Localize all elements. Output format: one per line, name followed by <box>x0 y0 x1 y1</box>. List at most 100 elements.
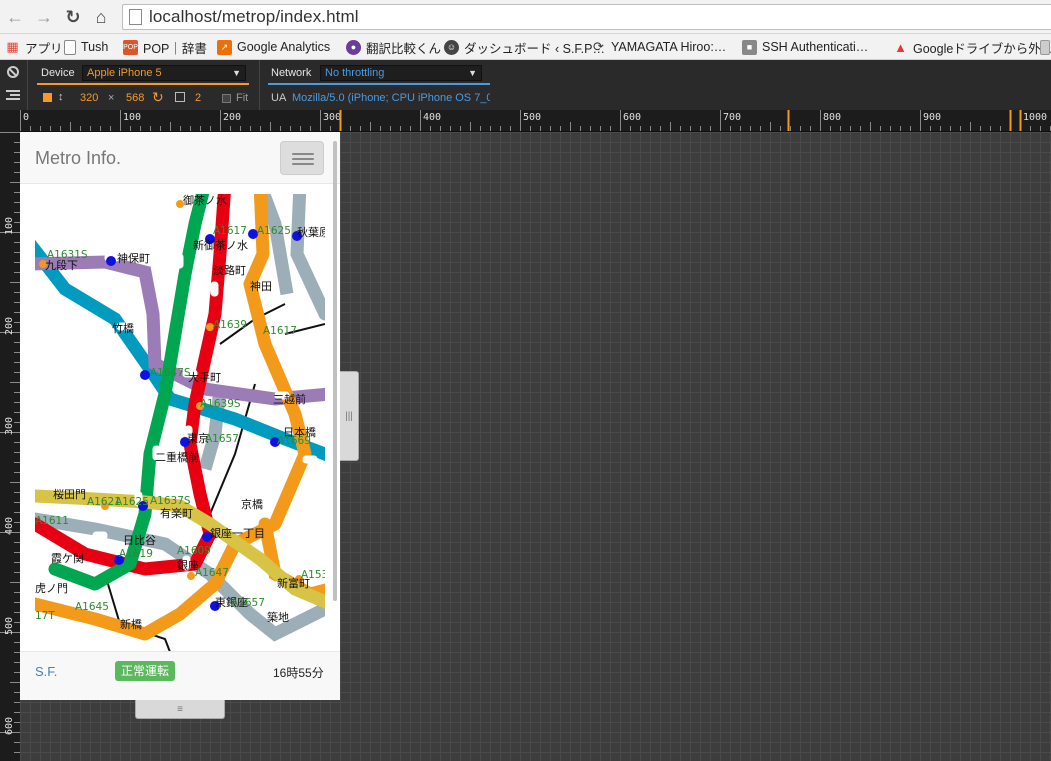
pop-icon: POP <box>123 39 138 55</box>
train-code: A1639 <box>213 319 247 331</box>
page-icon <box>129 9 142 25</box>
dashboard-icon: ☺ <box>444 39 459 55</box>
network-select-value: No throttling <box>325 67 385 79</box>
station-label: 御茶ノ水 <box>183 194 227 207</box>
station-label: 銀座一丁目 <box>210 526 265 540</box>
train-code: A1645 <box>75 601 109 613</box>
device-label: Device <box>41 67 75 79</box>
toolbar-left-column <box>0 60 28 110</box>
url-input[interactable]: localhost/metrop/index.html <box>122 4 1051 30</box>
app-brand[interactable]: Metro Info. <box>35 148 121 169</box>
resize-icon: ↕ <box>58 91 64 103</box>
bookmark-yamagata[interactable]: ⟳ YAMAGATA Hiroo:… <box>591 37 726 57</box>
options-menu-icon[interactable] <box>6 90 20 100</box>
ruler-label: 1000 <box>1023 112 1047 123</box>
fit-checkbox[interactable] <box>222 94 231 103</box>
network-select[interactable]: No throttling ▼ <box>320 65 482 81</box>
status-badge: 正常運転 <box>115 661 176 681</box>
device-select[interactable]: Apple iPhone 5 ▼ <box>82 65 246 81</box>
station-label: 日比谷 <box>123 534 156 547</box>
device-select-value: Apple iPhone 5 <box>87 67 162 79</box>
ruler-label: 300 <box>4 417 15 435</box>
station-label: 神保町 <box>117 251 150 265</box>
hamburger-line <box>292 153 314 155</box>
ruler-label: 900 <box>923 112 941 123</box>
resize-handle-bottom[interactable]: ≡ <box>135 700 225 719</box>
vertical-ruler: 100 200 300 400 500 600 <box>0 110 20 761</box>
ruler-label: 100 <box>4 217 15 235</box>
ruler-label: 500 <box>4 617 15 635</box>
bookmark-label: POP｜辞書 <box>143 41 207 56</box>
forward-arrow-icon[interactable]: → <box>33 6 55 28</box>
flame-icon: ▲ <box>894 39 907 55</box>
no-entry-icon[interactable] <box>7 66 19 78</box>
home-icon[interactable]: ⌂ <box>90 6 112 28</box>
update-time: 16時55分 <box>273 666 324 680</box>
apps-grid-icon: ▦ <box>6 39 19 54</box>
resize-handle-right[interactable]: ||| <box>340 371 359 461</box>
bookmark-label: Google Analytics <box>237 40 331 54</box>
ruler-label: 500 <box>523 112 541 123</box>
device-viewport: Metro Info. 御茶ノ水 新御茶ノ水 秋葉原 九段下 神保町 淡路町 神… <box>20 132 340 700</box>
times-sign: × <box>108 92 115 104</box>
pixel-ratio-field[interactable]: 2 <box>195 92 201 104</box>
analytics-icon: ↗ <box>217 39 232 55</box>
bookmark-label: ダッシュボード ‹ S.F.P… <box>464 41 605 56</box>
footer-link[interactable]: S.F. <box>35 664 57 679</box>
menu-toggle-button[interactable] <box>280 141 324 175</box>
bookmark-label: YAMAGATA Hiroo:… <box>611 40 727 54</box>
back-arrow-icon[interactable]: ← <box>4 6 26 28</box>
train-code: A1625 <box>115 496 149 508</box>
ruler-label: 200 <box>4 317 15 335</box>
bookmark-apps[interactable]: ▦ アプリ <box>5 37 62 57</box>
device-toolbar: Device Apple iPhone 5 ▼ ↕ 320 × 568 ↻ 2 … <box>0 60 1051 110</box>
bookmark-dashboard[interactable]: ☺ ダッシュボード ‹ S.F.P… <box>444 37 605 57</box>
horizontal-ruler-ticks: 0 100 200 300 400 500 600 700 800 900 1000 <box>20 110 1051 131</box>
viewport-scrollbar[interactable] <box>333 141 337 601</box>
fit-label: Fit <box>236 92 249 104</box>
train-code: A1617 <box>213 225 247 237</box>
vertical-ruler-ticks: 100 200 300 400 500 600 <box>0 132 20 753</box>
reload-icon[interactable]: ↻ <box>62 6 84 28</box>
chevron-down-icon: ▼ <box>232 68 241 78</box>
train-code: A153 <box>301 569 325 581</box>
ruler-label: 300 <box>323 112 341 123</box>
station-label: 有楽町 <box>160 506 193 520</box>
app-footer: S.F. 正常運転 16時55分 <box>20 651 340 700</box>
bookmark-label: Googleドライブから外… <box>913 41 1051 56</box>
train-code: A1647 <box>195 567 229 579</box>
network-label: Network <box>271 67 312 79</box>
train-code: A1617 <box>263 325 297 337</box>
bookmark-analytics[interactable]: ↗ Google Analytics <box>217 37 330 57</box>
bookmark-translate[interactable]: ● 翻訳比較くん <box>346 37 441 57</box>
device-underline <box>37 83 249 85</box>
station-label: 桜田門 <box>53 487 86 501</box>
width-field[interactable]: 320 <box>80 92 98 104</box>
station-label: 淡路町 <box>213 264 246 277</box>
train-code: A1631S <box>47 249 88 261</box>
chevron-down-icon: ▼ <box>468 68 477 78</box>
metro-map[interactable]: 御茶ノ水 新御茶ノ水 秋葉原 九段下 神保町 淡路町 神田 竹橋 大手町 三越前… <box>35 194 325 652</box>
bookmark-pop[interactable]: POP POP｜辞書 <box>123 37 207 57</box>
station-label: 神田 <box>250 279 272 293</box>
ruler-label: 600 <box>4 717 15 735</box>
hamburger-line <box>292 158 314 160</box>
station-label: 竹橋 <box>112 321 134 335</box>
bookmarks-bar: ▦ アプリ Tush POP POP｜辞書 ↗ Google Analytics… <box>0 34 1051 60</box>
height-field[interactable]: 568 <box>126 92 144 104</box>
user-agent-field[interactable]: Mozilla/5.0 (iPhone; CPU iPhone OS 7_0 l… <box>292 92 490 104</box>
train-code: A1647S <box>150 367 191 379</box>
toolbar-divider <box>259 60 260 110</box>
hamburger-line <box>292 163 314 165</box>
station-label: 築地 <box>267 610 289 624</box>
more-bookmarks-icon[interactable] <box>1040 37 1051 57</box>
rotate-icon[interactable]: ↻ <box>152 89 164 106</box>
station-label: 大手町 <box>188 370 221 384</box>
checkbox-icon[interactable] <box>43 93 52 102</box>
bookmark-label: SSH Authenticati… <box>762 40 869 54</box>
bookmark-google-drive[interactable]: ▲ Googleドライブから外… <box>893 37 1051 57</box>
bookmark-tush[interactable]: Tush <box>64 37 108 57</box>
bookmark-ssh[interactable]: ■ SSH Authenticati… <box>742 37 868 57</box>
ruler-label: 0 <box>23 112 29 123</box>
ruler-label: 400 <box>4 517 15 535</box>
